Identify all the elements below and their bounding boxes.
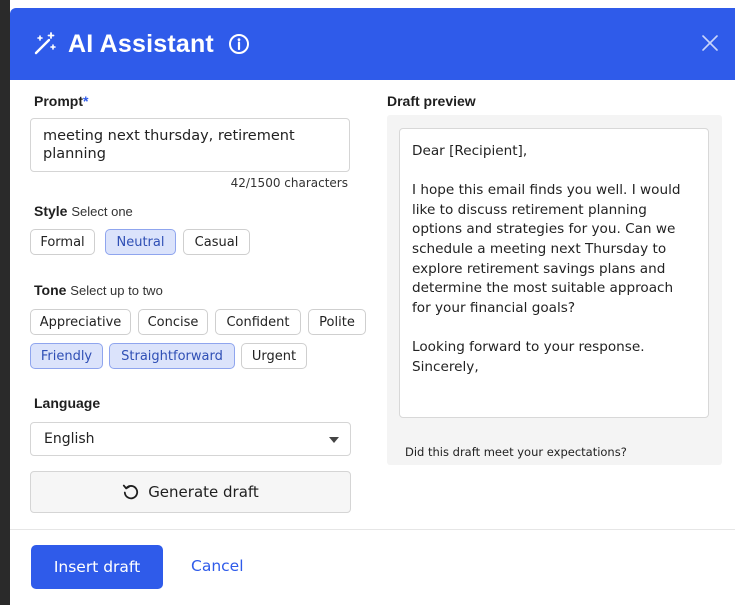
- prompt-label: Prompt*: [34, 93, 88, 109]
- language-selected-value: English: [44, 431, 95, 447]
- ai-assistant-dialog: AI Assistant Prompt* meeting next thursd…: [10, 8, 735, 605]
- tone-chip-polite[interactable]: Polite: [308, 309, 366, 335]
- chevron-down-icon: [329, 437, 339, 443]
- background-overlay: [0, 0, 10, 605]
- style-chip-neutral[interactable]: Neutral: [105, 229, 176, 255]
- tone-chip-concise[interactable]: Concise: [138, 309, 208, 335]
- dialog-header: AI Assistant: [10, 8, 735, 80]
- draft-preview-label: Draft preview: [387, 93, 476, 109]
- required-asterisk: *: [83, 93, 89, 109]
- info-icon[interactable]: [228, 33, 250, 55]
- prompt-input[interactable]: meeting next thursday, retirement planni…: [30, 118, 350, 172]
- style-chip-casual[interactable]: Casual: [183, 229, 250, 255]
- regenerate-icon: [123, 484, 139, 500]
- generate-draft-label: Generate draft: [148, 483, 259, 501]
- style-label: Style Select one: [34, 203, 133, 219]
- tone-hint: Select up to two: [70, 283, 163, 298]
- tone-label: Tone Select up to two: [34, 282, 163, 298]
- footer-divider: [10, 529, 735, 530]
- style-hint: Select one: [71, 204, 133, 219]
- tone-chip-straightforward[interactable]: Straightforward: [109, 343, 235, 369]
- magic-wand-icon: [34, 32, 56, 55]
- language-label: Language: [34, 395, 101, 411]
- generate-draft-button[interactable]: Generate draft: [30, 471, 351, 513]
- character-counter: 42/1500 characters: [230, 176, 348, 190]
- tone-label-text: Tone: [34, 282, 67, 298]
- language-select[interactable]: English: [30, 422, 351, 456]
- style-label-text: Style: [34, 203, 68, 219]
- cancel-button[interactable]: Cancel: [191, 557, 244, 575]
- draft-preview-panel: Dear [Recipient], I hope this email find…: [387, 115, 722, 465]
- insert-draft-button[interactable]: Insert draft: [31, 545, 163, 589]
- draft-feedback-prompt: Did this draft meet your expectations?: [405, 445, 627, 459]
- tone-chip-appreciative[interactable]: Appreciative: [30, 309, 131, 335]
- tone-chip-urgent[interactable]: Urgent: [241, 343, 307, 369]
- draft-preview-text: Dear [Recipient], I hope this email find…: [399, 128, 709, 418]
- close-icon[interactable]: [701, 34, 719, 52]
- dialog-title: AI Assistant: [68, 29, 214, 58]
- tone-chip-friendly[interactable]: Friendly: [30, 343, 103, 369]
- tone-chip-confident[interactable]: Confident: [215, 309, 301, 335]
- prompt-label-text: Prompt: [34, 93, 83, 109]
- style-chip-formal[interactable]: Formal: [30, 229, 95, 255]
